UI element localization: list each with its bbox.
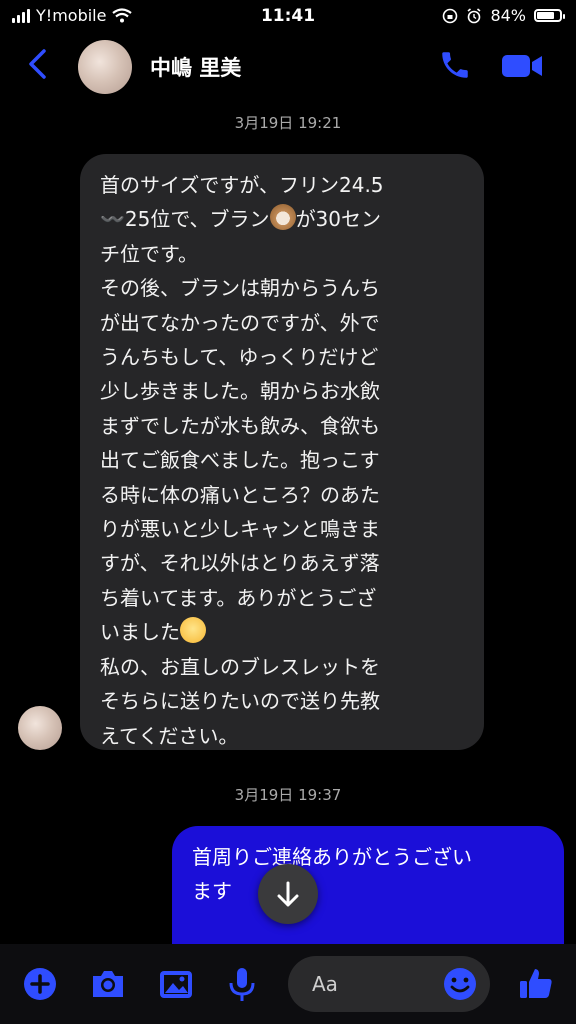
conversation-header: 中嶋 里美 (0, 34, 576, 98)
message-line: その後、ブランは朝からうんち (100, 276, 380, 301)
message-line: る時に体の痛いところ？のあた (100, 482, 380, 507)
photo-gallery-icon[interactable] (156, 964, 196, 1004)
message-line: 出てご飯食べました。抱っこす (100, 448, 380, 473)
message-input[interactable]: Aa (288, 956, 490, 1012)
message-line: チ位です。 (100, 241, 198, 266)
message-line: りが悪いと少しキャンと鳴きま (100, 517, 380, 542)
alarm-icon (467, 7, 481, 23)
scroll-to-bottom-button[interactable] (258, 864, 318, 924)
dog-face-emoji-icon (269, 204, 296, 231)
sender-avatar[interactable] (18, 706, 62, 750)
smiling-face-emoji-icon (180, 617, 206, 644)
message-line: いました (100, 615, 466, 649)
message-line: が出てなかったのですが、外で (100, 310, 380, 335)
orientation-lock-icon (443, 8, 458, 23)
message-line: 私の、お直しのブレスレットを (100, 654, 380, 679)
message-line: ます (192, 879, 232, 904)
message-timestamp: 3月19日 19:21 (234, 114, 342, 132)
emoji-smiley-icon[interactable] (440, 964, 480, 1004)
message-timestamp: 3月19日 19:37 (234, 786, 342, 804)
microphone-icon[interactable] (222, 964, 262, 1004)
phone-call-icon[interactable] (438, 48, 472, 82)
video-call-icon[interactable] (500, 50, 544, 82)
battery-icon (534, 9, 565, 22)
status-bar: Y!mobile 11:41 84% (0, 0, 576, 34)
thumbs-up-icon[interactable] (516, 964, 556, 1004)
camera-icon[interactable] (88, 964, 128, 1004)
plus-circle-icon[interactable] (20, 964, 60, 1004)
message-line: うんちもして、ゆっくりだけど (100, 345, 379, 370)
message-line: 首のサイズですが、フリン24.5 (100, 173, 384, 197)
contact-avatar[interactable] (78, 40, 132, 94)
battery-percent: 84% (490, 6, 526, 25)
message-line: 首周りご連絡ありがとうござい (192, 845, 472, 869)
message-line: まずでしたが水も飲み、食欲も (100, 413, 380, 438)
incoming-message-bubble[interactable]: 首のサイズですが、フリン24.5 〰️25位で、ブラン が30セン チ位です。 そ… (80, 154, 484, 750)
message-line: そちらに送りたいので送り先教 (100, 689, 380, 714)
message-line: すが、それ以外はとりあえず落 (100, 551, 380, 576)
message-line: ち着いてます。ありがとうござ (100, 585, 377, 610)
composer-toolbar: Aa (0, 944, 576, 1024)
message-line: 少し歩きました。朝からお水飲 (100, 379, 380, 404)
arrow-down-icon (277, 881, 299, 907)
message-line: えてください。 (100, 723, 239, 748)
contact-name[interactable]: 中嶋 里美 (150, 52, 241, 82)
back-chevron-icon[interactable] (24, 48, 52, 80)
message-input-placeholder: Aa (312, 972, 338, 996)
message-line: 〰️25位で、ブラン が30セン (100, 202, 466, 236)
